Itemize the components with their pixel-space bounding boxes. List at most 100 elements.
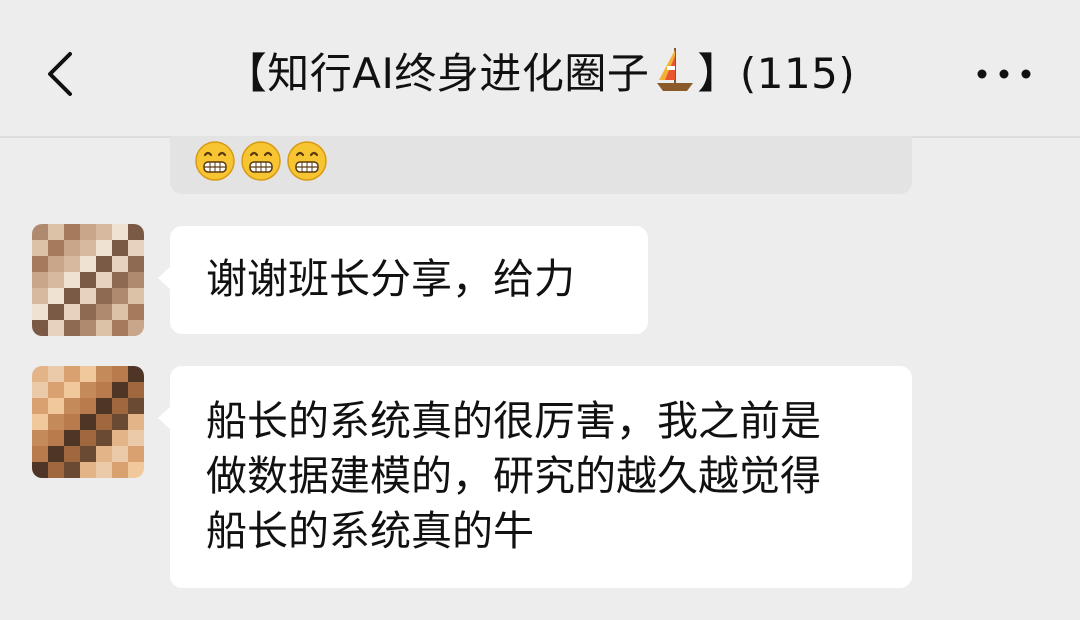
mosaic-cell <box>112 430 128 446</box>
grin-emoji <box>287 141 327 181</box>
mosaic-cell <box>128 240 144 256</box>
mosaic-cell <box>128 430 144 446</box>
mosaic-cell <box>64 224 80 240</box>
mosaic-cell <box>48 430 64 446</box>
mosaic-cell <box>96 462 112 478</box>
mosaic-cell <box>64 240 80 256</box>
mosaic-cell <box>32 446 48 462</box>
message-bubble[interactable]: 谢谢班长分享，给力 <box>158 226 648 334</box>
more-options-button[interactable] <box>974 62 1034 86</box>
mosaic-cell <box>32 462 48 478</box>
mosaic-cell <box>32 224 48 240</box>
mosaic-cell <box>64 272 80 288</box>
mosaic-cell <box>96 366 112 382</box>
chat-screen: 【知行AI终身进化圈子 】(115) 谢谢班长分享，给力 船长的系统真的很厉害，… <box>0 0 1080 620</box>
mosaic-cell <box>112 288 128 304</box>
mosaic-cell <box>112 446 128 462</box>
message-text-line: 做数据建模的，研究的越久越觉得 <box>206 452 821 500</box>
mosaic-cell <box>96 382 112 398</box>
mosaic-cell <box>112 224 128 240</box>
mosaic-cell <box>48 304 64 320</box>
mosaic-cell <box>48 366 64 382</box>
mosaic-cell <box>48 240 64 256</box>
mosaic-cell <box>80 462 96 478</box>
mosaic-cell <box>128 462 144 478</box>
more-dots-icon <box>977 69 1031 79</box>
mosaic-cell <box>112 414 128 430</box>
mosaic-cell <box>128 366 144 382</box>
mosaic-cell <box>64 462 80 478</box>
mosaic-cell <box>128 304 144 320</box>
mosaic-cell <box>80 382 96 398</box>
mosaic-cell <box>96 240 112 256</box>
mosaic-cell <box>96 414 112 430</box>
mosaic-cell <box>32 256 48 272</box>
mosaic-cell <box>128 224 144 240</box>
mosaic-cell <box>64 446 80 462</box>
mosaic-cell <box>96 272 112 288</box>
mosaic-cell <box>96 304 112 320</box>
mosaic-cell <box>128 288 144 304</box>
mosaic-cell <box>80 398 96 414</box>
mosaic-cell <box>48 446 64 462</box>
mosaic-cell <box>80 446 96 462</box>
grin-emoji <box>241 141 281 181</box>
avatar[interactable] <box>32 224 144 336</box>
mosaic-cell <box>112 256 128 272</box>
chat-header: 【知行AI终身进化圈子 】(115) <box>0 0 1080 138</box>
mosaic-cell <box>64 304 80 320</box>
mosaic-cell <box>112 462 128 478</box>
mosaic-cell <box>80 304 96 320</box>
mosaic-cell <box>80 256 96 272</box>
mosaic-cell <box>64 382 80 398</box>
mosaic-cell <box>48 272 64 288</box>
emoji-row <box>194 140 328 182</box>
mosaic-cell <box>48 224 64 240</box>
mosaic-cell <box>128 272 144 288</box>
mosaic-cell <box>96 256 112 272</box>
chat-title: 【知行AI终身进化圈子 】(115) <box>0 44 1080 110</box>
mosaic-cell <box>96 288 112 304</box>
message-text-line: 船长的系统真的很厉害，我之前是 <box>206 397 821 445</box>
mosaic-cell <box>112 320 128 336</box>
mosaic-cell <box>80 224 96 240</box>
mosaic-cell <box>32 304 48 320</box>
mosaic-cell <box>112 272 128 288</box>
mosaic-cell <box>112 366 128 382</box>
mosaic-cell <box>32 398 48 414</box>
mosaic-cell <box>128 320 144 336</box>
mosaic-cell <box>48 462 64 478</box>
mosaic-cell <box>112 382 128 398</box>
message-bubble[interactable]: 船长的系统真的很厉害，我之前是 做数据建模的，研究的越久越觉得 船长的系统真的牛 <box>158 366 912 588</box>
mosaic-cell <box>48 256 64 272</box>
mosaic-cell <box>80 366 96 382</box>
mosaic-cell <box>128 414 144 430</box>
mosaic-cell <box>128 382 144 398</box>
mosaic-cell <box>32 430 48 446</box>
mosaic-cell <box>128 256 144 272</box>
mosaic-cell <box>32 320 48 336</box>
sailboat-icon <box>653 46 697 110</box>
mosaic-cell <box>96 446 112 462</box>
mosaic-cell <box>96 398 112 414</box>
chat-title-suffix: 】(115) <box>697 49 856 98</box>
mosaic-cell <box>96 224 112 240</box>
mosaic-cell <box>64 430 80 446</box>
mosaic-cell <box>48 382 64 398</box>
message-text: 谢谢班长分享，给力 <box>206 255 575 303</box>
mosaic-cell <box>64 414 80 430</box>
grin-emoji <box>195 141 235 181</box>
avatar[interactable] <box>32 366 144 478</box>
mosaic-cell <box>48 398 64 414</box>
mosaic-cell <box>32 414 48 430</box>
mosaic-cell <box>64 288 80 304</box>
mosaic-cell <box>80 288 96 304</box>
mosaic-cell <box>32 288 48 304</box>
mosaic-cell <box>96 320 112 336</box>
mosaic-cell <box>32 366 48 382</box>
mosaic-cell <box>96 430 112 446</box>
previous-message-bubble[interactable] <box>170 136 912 194</box>
mosaic-cell <box>128 398 144 414</box>
mosaic-cell <box>128 446 144 462</box>
mosaic-cell <box>64 320 80 336</box>
